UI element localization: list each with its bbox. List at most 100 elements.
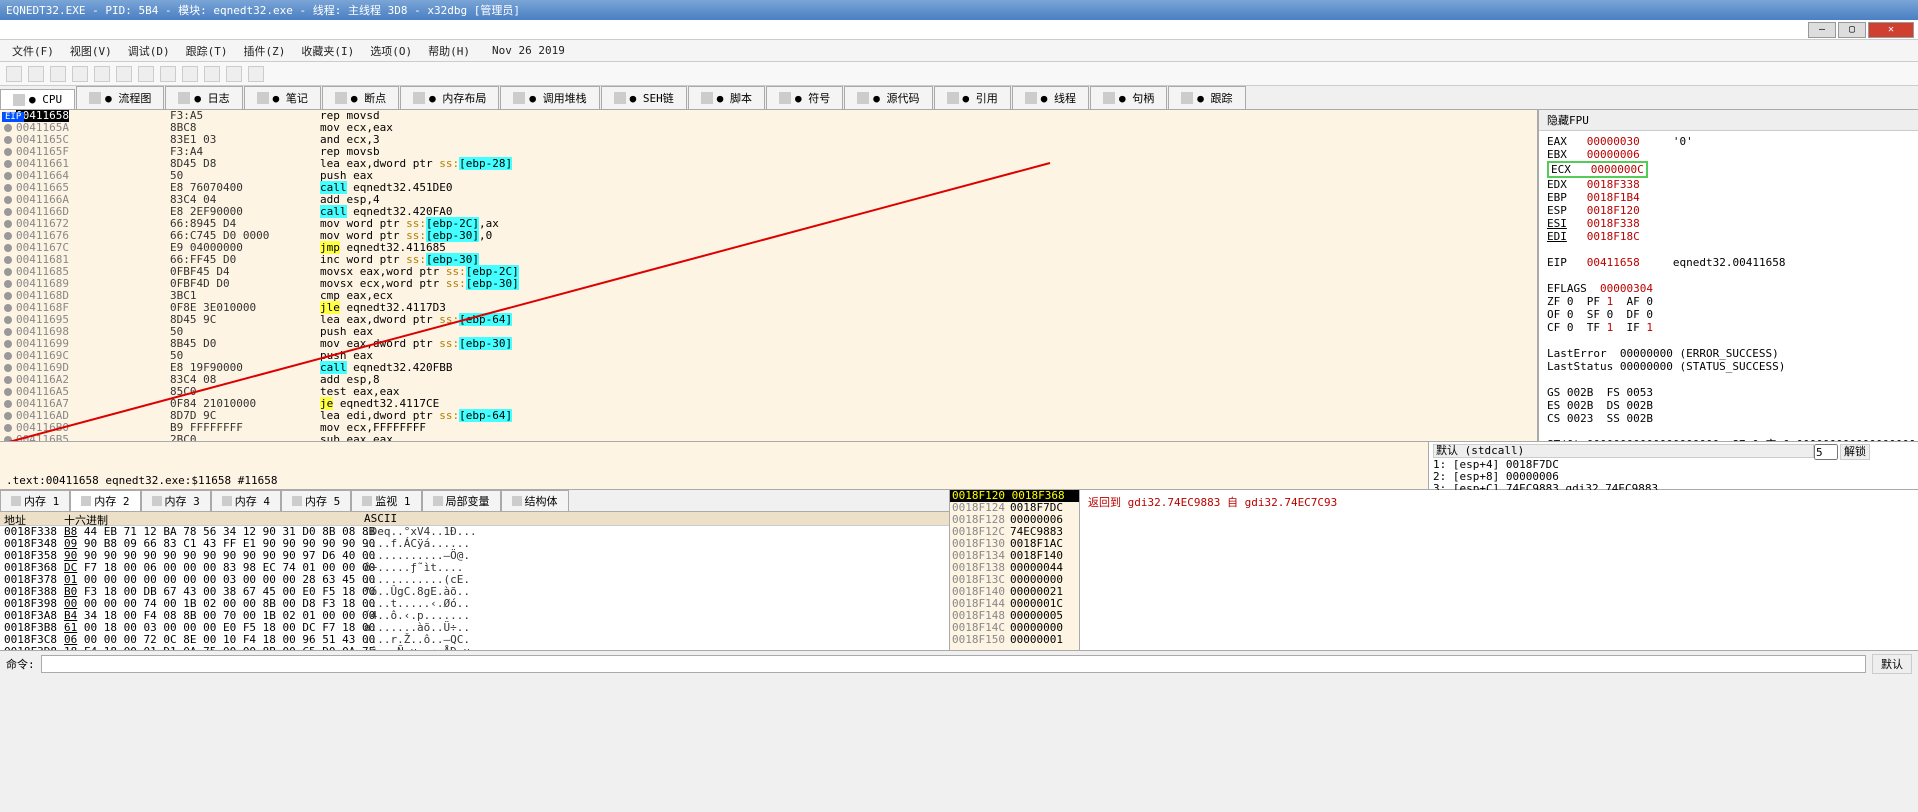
disasm-row[interactable]: 0041169850push eax — [0, 326, 1537, 338]
minimize-button[interactable]: — — [1808, 22, 1836, 38]
reg-edi: EDI 0018F18C — [1547, 230, 1910, 243]
mem-tab[interactable]: 结构体 — [501, 490, 569, 511]
disasm-row[interactable]: 0041168F0F8E 3E010000jle eqnedt32.4117D3 — [0, 302, 1537, 314]
stack-row[interactable]: 0018F15000000001 — [950, 634, 1079, 646]
menu-plugin[interactable]: 插件(Z) — [238, 41, 292, 61]
tab-icon — [178, 92, 190, 104]
info-bar: .text:00411658 eqnedt32.exe:$11658 #1165… — [0, 442, 1428, 489]
disasm-row[interactable]: 0041165FF3:A4rep movsb — [0, 146, 1537, 158]
command-bar: 命令: 默认 — [0, 650, 1918, 676]
mem-col-asc: ASCII — [364, 512, 397, 525]
disasm-row[interactable]: 004116890FBF4D D0movsx ecx,word ptr ss:[… — [0, 278, 1537, 290]
disasm-row[interactable]: 00411658F3:A5rep movsd — [0, 110, 1537, 122]
tab-句柄[interactable]: ● 句柄 — [1090, 86, 1167, 109]
restart-icon[interactable] — [28, 66, 44, 82]
tab-icon — [701, 92, 713, 104]
mem-row[interactable]: 0018F3D818 F4 18 00 01 D1 0A 75 00 00 8B… — [4, 646, 945, 650]
tab-icon — [222, 496, 232, 506]
tab-线程[interactable]: ● 线程 — [1012, 86, 1089, 109]
pause-icon[interactable] — [94, 66, 110, 82]
tab-源代码[interactable]: ● 源代码 — [844, 86, 932, 109]
tab-icon — [362, 496, 372, 506]
disasm-row[interactable]: 004116B0B9 FFFFFFFFmov ecx,FFFFFFFF — [0, 422, 1537, 434]
tab-icon — [512, 496, 522, 506]
step-out-icon[interactable] — [160, 66, 176, 82]
mem-tab[interactable]: 内存 5 — [281, 490, 351, 511]
step-over-icon[interactable] — [138, 66, 154, 82]
menu-opt[interactable]: 选项(O) — [364, 41, 418, 61]
disasm-row[interactable]: 0041168166:FF45 D0inc word ptr ss:[ebp-3… — [0, 254, 1537, 266]
disasm-row[interactable]: 004116A283C4 08add esp,8 — [0, 374, 1537, 386]
tab-调用堆栈[interactable]: ● 调用堆栈 — [500, 86, 599, 109]
tab-脚本[interactable]: ● 脚本 — [688, 86, 765, 109]
tab-icon — [152, 496, 162, 506]
tab-断点[interactable]: ● 断点 — [322, 86, 399, 109]
text-location: .text:00411658 eqnedt32.exe:$11658 #1165… — [6, 474, 1422, 487]
unlock-button[interactable]: 解锁 — [1840, 444, 1870, 460]
disasm-row[interactable]: 00411665E8 76070400call eqnedt32.451DE0 — [0, 182, 1537, 194]
eip-indicator: EIP — [2, 112, 24, 122]
tab-CPU[interactable]: ● CPU — [0, 89, 75, 109]
disasm-row[interactable]: 004116850FBF45 D4movsx eax,word ptr ss:[… — [0, 266, 1537, 278]
reg-ebp: EBP 0018F1B4 — [1547, 191, 1910, 204]
command-input[interactable] — [41, 655, 1866, 673]
registers-panel[interactable]: 隐藏FPU EAX 00000030 '0' EBX 00000006 ECX … — [1538, 110, 1918, 441]
disasm-row[interactable]: 004116618D45 D8lea eax,dword ptr ss:[ebp… — [0, 158, 1537, 170]
mem-col-hex: 十六进制 — [64, 512, 364, 525]
tab-引用[interactable]: ● 引用 — [934, 86, 1011, 109]
tab-icon — [11, 496, 21, 506]
mem-tab[interactable]: 局部变量 — [422, 490, 501, 511]
toolbar — [0, 62, 1918, 86]
reg-eflags: EFLAGS 00000304 — [1547, 282, 1910, 295]
mem-tab[interactable]: 内存 3 — [141, 490, 211, 511]
mem-tab[interactable]: 内存 4 — [211, 490, 281, 511]
tool-icon[interactable] — [182, 66, 198, 82]
disasm-row[interactable]: 004116B52BC0sub eax,eax — [0, 434, 1537, 441]
menu-debug[interactable]: 调试(D) — [122, 41, 176, 61]
reg-ecx: ECX 0000000C — [1547, 161, 1910, 178]
main-tab-bar: ● CPU● 流程图● 日志● 笔记● 断点● 内存布局● 调用堆栈● SEH链… — [0, 86, 1918, 110]
registers-header[interactable]: 隐藏FPU — [1539, 110, 1918, 131]
disasm-row[interactable]: 004116958D45 9Clea eax,dword ptr ss:[ebp… — [0, 314, 1537, 326]
disasm-row[interactable]: 004116A70F84 21010000je eqnedt32.4117CE — [0, 398, 1537, 410]
tab-跟踪[interactable]: ● 跟踪 — [1168, 86, 1245, 109]
window-title: EQNEDT32.EXE - PID: 5B4 - 模块: eqnedt32.e… — [6, 2, 520, 18]
disasm-row[interactable]: 004116998B45 D0mov eax,dword ptr ss:[ebp… — [0, 338, 1537, 350]
mem-tab[interactable]: 内存 1 — [0, 490, 70, 511]
close-button[interactable]: ✕ — [1868, 22, 1914, 38]
tab-icon — [81, 496, 91, 506]
tool-icon[interactable] — [248, 66, 264, 82]
mem-col-addr: 地址 — [4, 512, 64, 525]
disasm-row[interactable]: 0041165A8BC8mov ecx,eax — [0, 122, 1537, 134]
tab-icon — [433, 496, 443, 506]
maximize-button[interactable]: ▢ — [1838, 22, 1866, 38]
mem-tab[interactable]: 内存 2 — [70, 490, 140, 511]
tab-流程图[interactable]: ● 流程图 — [76, 86, 164, 109]
disasm-row[interactable]: 0041165C83E1 03and ecx,3 — [0, 134, 1537, 146]
run-icon[interactable] — [72, 66, 88, 82]
memory-dump[interactable]: 内存 1内存 2内存 3内存 4内存 5监视 1局部变量结构体 地址 十六进制 … — [0, 490, 950, 650]
disassembly-view[interactable]: EIP 00411658F3:A5rep movsd0041165A8BC8mo… — [0, 110, 1538, 441]
menu-file[interactable]: 文件(F) — [6, 41, 60, 61]
tool-icon[interactable] — [204, 66, 220, 82]
menu-trace[interactable]: 跟踪(T) — [180, 41, 234, 61]
disasm-row[interactable]: 0041169DE8 19F90000call eqnedt32.420FBB — [0, 362, 1537, 374]
tab-内存布局[interactable]: ● 内存布局 — [400, 86, 499, 109]
tab-笔记[interactable]: ● 笔记 — [244, 86, 321, 109]
stdcall-label[interactable]: 默认 (stdcall) — [1433, 444, 1814, 458]
mem-tab[interactable]: 监视 1 — [351, 490, 421, 511]
arg-count-input[interactable] — [1814, 444, 1838, 460]
tool-icon[interactable] — [226, 66, 242, 82]
menu-view[interactable]: 视图(V) — [64, 41, 118, 61]
menu-help[interactable]: 帮助(H) — [422, 41, 476, 61]
stack-view[interactable]: 0018F120 0018F3680018F1240018F7DC0018F12… — [950, 490, 1080, 650]
menu-fav[interactable]: 收藏夹(I) — [295, 41, 360, 61]
tab-icon — [335, 92, 347, 104]
tab-icon — [413, 92, 425, 104]
tab-符号[interactable]: ● 符号 — [766, 86, 843, 109]
tab-SEH链[interactable]: ● SEH链 — [601, 86, 687, 109]
step-into-icon[interactable] — [116, 66, 132, 82]
tab-日志[interactable]: ● 日志 — [165, 86, 242, 109]
open-icon[interactable] — [6, 66, 22, 82]
stop-icon[interactable] — [50, 66, 66, 82]
